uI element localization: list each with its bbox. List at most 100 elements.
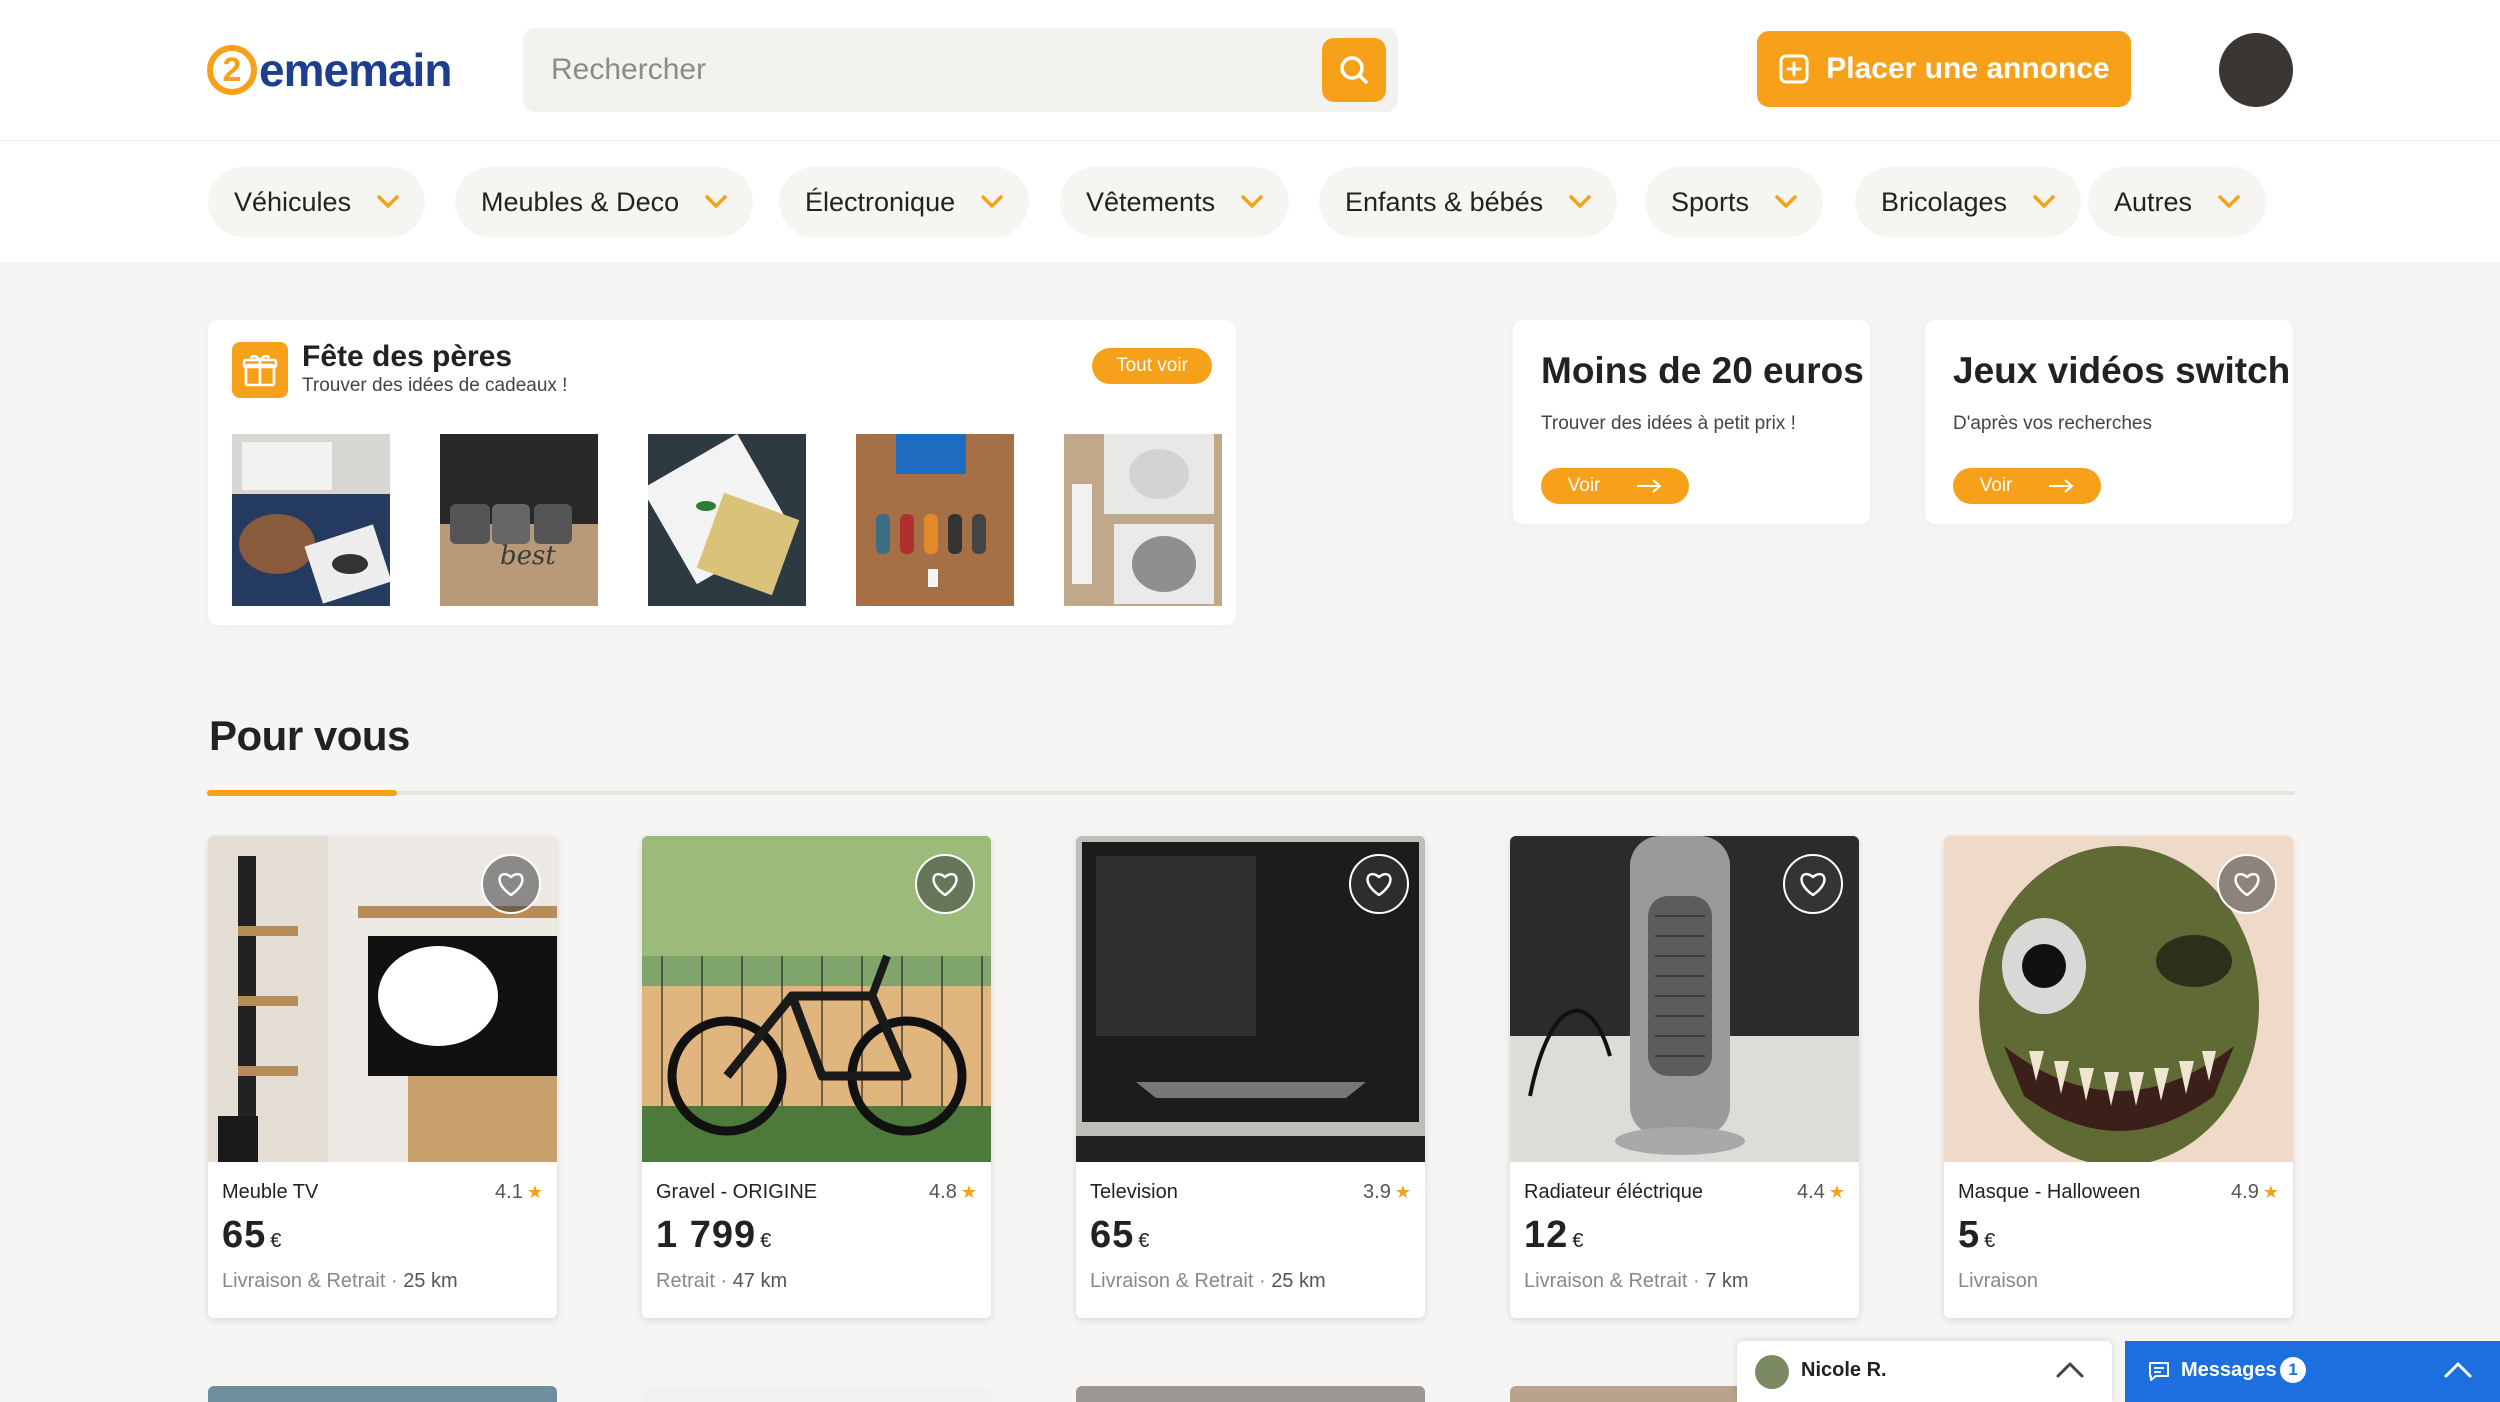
messages-label: Messages: [2181, 1359, 2277, 1381]
chevron-down-icon: [981, 195, 1003, 208]
listing-card[interactable]: Radiateur éléctrique 4.4 ★ 12 € Livraison …: [1510, 836, 1859, 1318]
delivery-mode: Livraison & Retrait: [1524, 1270, 1688, 1292]
listing-distance: 25 km: [403, 1270, 458, 1292]
logo-wordmark: ememain: [259, 44, 452, 96]
listing-rating: 4.1 ★: [495, 1181, 543, 1204]
promo-thumbnail[interactable]: best: [440, 434, 598, 606]
listing-card-peek: [642, 1386, 991, 1402]
price-value: 65: [222, 1214, 267, 1256]
site-logo[interactable]: 2 ememain: [207, 40, 452, 100]
category-label: Meubles & Deco: [481, 186, 680, 217]
arrow-right-icon: [2049, 479, 2074, 493]
listing-meta: Livraison & Retrait · 25 km: [222, 1270, 458, 1292]
category-label: Véhicules: [234, 186, 352, 217]
price-currency: €: [270, 1230, 283, 1252]
delivery-mode: Livraison & Retrait: [222, 1270, 386, 1292]
listing-card[interactable]: Masque - Halloween 4.9 ★ 5 € Livraison: [1944, 836, 2293, 1318]
price-currency: €: [760, 1230, 773, 1252]
listing-card[interactable]: Television 3.9 ★ 65 € Livraison & Retrait …: [1076, 836, 1425, 1318]
favorite-heart-icon[interactable]: [2217, 854, 2277, 914]
chevron-down-icon: [2033, 195, 2055, 208]
category-vetements[interactable]: Vêtements: [1060, 167, 1290, 237]
price-currency: €: [1572, 1230, 1585, 1252]
category-label: Électronique: [805, 186, 956, 217]
promo-thumbnail[interactable]: [648, 434, 806, 606]
place-ad-label: Placer une annonce: [1826, 52, 2110, 85]
listing-price: 12 €: [1524, 1214, 1584, 1257]
category-label: Vêtements: [1086, 186, 1216, 217]
listing-card[interactable]: Gravel - ORIGINE 4.8 ★ 1 799 € Retrait · 4…: [642, 836, 991, 1318]
chevron-down-icon: [1241, 195, 1263, 208]
category-enfants-bebes[interactable]: Enfants & bébés: [1319, 167, 1618, 237]
card-subtitle: Trouver des idées à petit prix !: [1541, 413, 1796, 434]
see-button-label: Voir: [1567, 475, 1601, 496]
favorite-heart-icon[interactable]: [1349, 854, 1409, 914]
listing-price: 5 €: [1958, 1214, 1996, 1257]
see-button[interactable]: Voir: [1541, 468, 1689, 504]
switch-games-card[interactable]: Jeux vidéos switch D'après vos recherche…: [1925, 320, 2293, 524]
category-bar: Véhicules Meubles & Deco Électronique Vê…: [0, 140, 2500, 262]
price-value: 12: [1524, 1214, 1569, 1256]
listing-card-peek: [1076, 1386, 1425, 1402]
listing-distance: 47 km: [732, 1270, 788, 1292]
search-bar: [523, 28, 1398, 112]
price-value: 1 799: [656, 1214, 757, 1256]
rating-value: 4.4: [1797, 1181, 1825, 1203]
category-sports[interactable]: Sports: [1645, 167, 1824, 237]
section-divider: [207, 791, 2295, 795]
messages-bar[interactable]: Messages 1: [2125, 1341, 2500, 1402]
chat-bubble-icon: [2149, 1362, 2169, 1381]
listing-price: 65 €: [222, 1214, 282, 1257]
category-autres[interactable]: Autres: [2088, 167, 2267, 237]
star-icon: ★: [1394, 1182, 1411, 1202]
search-icon: [1340, 56, 1368, 84]
promo-thumbnail[interactable]: [232, 434, 390, 606]
price-value: 5: [1958, 1214, 1981, 1256]
chevron-up-icon[interactable]: [2056, 1361, 2084, 1379]
category-label: Sports: [1671, 186, 1750, 217]
chat-avatar: [1755, 1355, 1789, 1389]
chat-conversation-bar[interactable]: Nicole R.: [1737, 1341, 2112, 1402]
promo-thumbnail[interactable]: [1064, 434, 1222, 606]
user-avatar[interactable]: [2219, 33, 2293, 107]
delivery-mode: Livraison: [1958, 1270, 2039, 1292]
rating-value: 4.1: [495, 1181, 523, 1203]
listing-rating: 4.4 ★: [1797, 1181, 1845, 1204]
listing-meta: Livraison & Retrait · 25 km: [1090, 1270, 1326, 1292]
listing-distance: 25 km: [1271, 1270, 1326, 1292]
listing-title: Radiateur éléctrique: [1524, 1181, 1703, 1203]
listing-title: Television: [1090, 1181, 1178, 1203]
category-label: Bricolages: [1881, 186, 2008, 217]
star-icon: ★: [960, 1182, 977, 1202]
chevron-down-icon: [705, 195, 727, 208]
search-input[interactable]: [551, 28, 1311, 112]
favorite-heart-icon[interactable]: [915, 854, 975, 914]
listing-card[interactable]: Meuble TV 4.1 ★ 65 € Livraison & Retrait ·…: [208, 836, 557, 1318]
chevron-down-icon: [1569, 195, 1591, 208]
category-meubles-deco[interactable]: Meubles & Deco: [455, 167, 754, 237]
promo-thumbnail[interactable]: [856, 434, 1014, 606]
listing-card-peek: [208, 1386, 557, 1402]
see-all-button[interactable]: Tout voir: [1092, 348, 1212, 384]
listing-rating: 4.8 ★: [929, 1181, 977, 1204]
under-20-euros-card[interactable]: Moins de 20 euros Trouver des idées à pe…: [1513, 320, 1870, 524]
place-ad-button[interactable]: Placer une annonce: [1757, 31, 2131, 107]
section-tab-indicator: [207, 790, 397, 796]
category-bricolages[interactable]: Bricolages: [1855, 167, 2082, 237]
category-electronique[interactable]: Électronique: [779, 167, 1030, 237]
category-vehicules[interactable]: Véhicules: [208, 167, 426, 237]
search-button[interactable]: [1322, 38, 1386, 102]
plus-square-icon: [1779, 54, 1809, 84]
gift-icon: [232, 342, 288, 398]
chevron-up-icon[interactable]: [2444, 1361, 2472, 1379]
svg-text:best: best: [500, 541, 556, 571]
listing-rating: 4.9 ★: [2231, 1181, 2279, 1204]
price-currency: €: [1138, 1230, 1151, 1252]
see-button[interactable]: Voir: [1953, 468, 2101, 504]
rating-value: 4.8: [929, 1181, 957, 1203]
promo-title: Fête des pères: [302, 340, 513, 373]
favorite-heart-icon[interactable]: [1783, 854, 1843, 914]
category-label: Autres: [2114, 186, 2193, 217]
card-title: Jeux vidéos switch: [1953, 350, 2291, 391]
favorite-heart-icon[interactable]: [481, 854, 541, 914]
